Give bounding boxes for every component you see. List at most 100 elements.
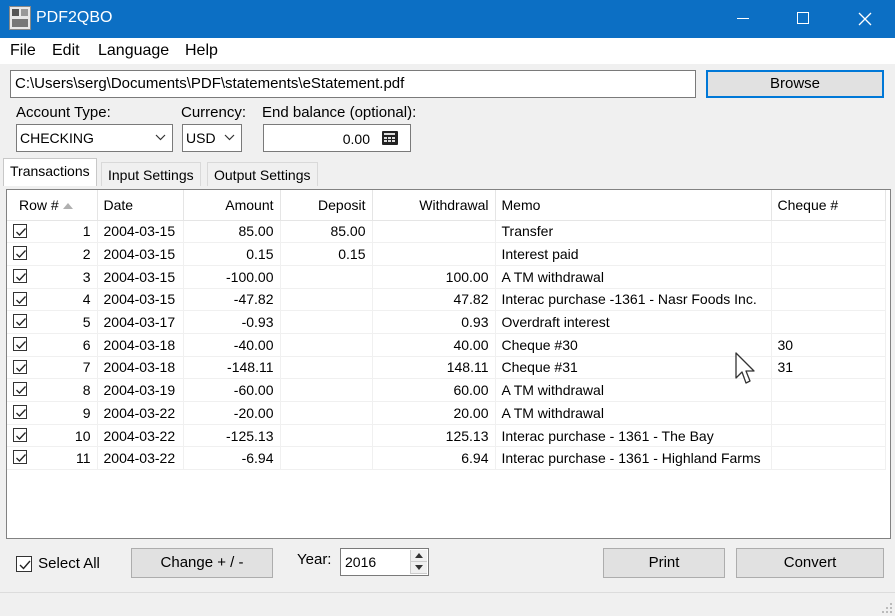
account-type-select[interactable]: CHECKING [16, 124, 173, 152]
amount-cell[interactable]: -100.00 [183, 265, 281, 289]
menu-help[interactable]: Help [185, 42, 218, 60]
amount-cell[interactable]: -40.00 [183, 333, 281, 357]
deposit-cell[interactable] [280, 424, 373, 448]
withdrawal-cell[interactable]: 20.00 [372, 401, 496, 425]
withdrawal-cell[interactable]: 100.00 [372, 265, 496, 289]
spin-down-button[interactable] [411, 562, 427, 574]
select-all-checkbox[interactable]: Select All [16, 555, 100, 573]
column-header-withdrawal[interactable]: Withdrawal [372, 190, 496, 221]
date-cell[interactable]: 2004-03-17 [97, 310, 184, 334]
menu-edit[interactable]: Edit [52, 42, 80, 60]
menu-language[interactable]: Language [98, 42, 169, 60]
change-sign-button[interactable]: Change + / - [131, 548, 273, 578]
amount-cell[interactable]: 0.15 [183, 242, 281, 266]
table-row[interactable]: 3 2004-03-15 -100.00 100.00 A TM withdrawal [7, 265, 886, 289]
row-checkbox[interactable] [13, 427, 27, 442]
convert-button[interactable]: Convert [736, 548, 884, 578]
cheque-cell[interactable]: 30 [771, 333, 886, 357]
cheque-cell[interactable]: 31 [771, 356, 886, 380]
row-number-cell[interactable]: 8 [7, 378, 98, 402]
tab-transactions[interactable]: Transactions [3, 158, 97, 186]
table-row[interactable]: 10 2004-03-22 -125.13 125.13 Interac purchas… [7, 424, 886, 448]
date-cell[interactable]: 2004-03-15 [97, 220, 184, 244]
cheque-cell[interactable] [771, 288, 886, 312]
cheque-cell[interactable] [771, 220, 886, 244]
deposit-cell[interactable] [280, 378, 373, 402]
resize-grip-icon[interactable] [882, 603, 892, 613]
row-checkbox[interactable] [13, 336, 27, 351]
browse-button[interactable]: Browse [706, 70, 884, 98]
column-header-deposit[interactable]: Deposit [280, 190, 373, 221]
column-header-memo[interactable]: Memo [495, 190, 772, 221]
date-cell[interactable]: 2004-03-18 [97, 356, 184, 380]
memo-cell[interactable]: Cheque #30 [495, 333, 772, 357]
spin-up-button[interactable] [411, 550, 427, 562]
column-header-date[interactable]: Date [97, 190, 184, 221]
cheque-cell[interactable] [771, 378, 886, 402]
memo-cell[interactable]: Overdraft interest [495, 310, 772, 334]
withdrawal-cell[interactable] [372, 220, 496, 244]
date-cell[interactable]: 2004-03-15 [97, 288, 184, 312]
menu-file[interactable]: File [10, 42, 36, 60]
year-spinner[interactable]: 2016 [340, 548, 429, 576]
row-checkbox[interactable] [13, 450, 27, 465]
amount-cell[interactable]: -47.82 [183, 288, 281, 312]
file-path-input[interactable]: C:\Users\serg\Documents\PDF\statements\e… [10, 70, 696, 98]
table-row[interactable]: 2 2004-03-15 0.15 0.15 Interest paid [7, 242, 886, 266]
memo-cell[interactable]: Interac purchase - 1361 - Highland Farms [495, 446, 772, 471]
withdrawal-cell[interactable]: 0.93 [372, 310, 496, 334]
memo-cell[interactable]: Interac purchase - 1361 - The Bay [495, 424, 772, 448]
amount-cell[interactable]: -60.00 [183, 378, 281, 402]
amount-cell[interactable]: 85.00 [183, 220, 281, 244]
column-header-cheque[interactable]: Cheque # [771, 190, 886, 221]
cheque-cell[interactable] [771, 424, 886, 448]
row-checkbox[interactable] [13, 359, 27, 374]
row-checkbox[interactable] [13, 314, 27, 329]
row-number-cell[interactable]: 3 [7, 265, 98, 289]
amount-cell[interactable]: -20.00 [183, 401, 281, 425]
tab-output-settings[interactable]: Output Settings [207, 162, 318, 186]
cheque-cell[interactable] [771, 446, 886, 471]
deposit-cell[interactable] [280, 310, 373, 334]
table-row[interactable]: 11 2004-03-22 -6.94 6.94 Interac purchase - … [7, 446, 886, 471]
row-number-cell[interactable]: 1 [7, 220, 98, 244]
column-header-amount[interactable]: Amount [183, 190, 281, 221]
cheque-cell[interactable] [771, 242, 886, 266]
row-checkbox[interactable] [13, 382, 27, 397]
date-cell[interactable]: 2004-03-18 [97, 333, 184, 357]
deposit-cell[interactable] [280, 356, 373, 380]
date-cell[interactable]: 2004-03-19 [97, 378, 184, 402]
table-row[interactable]: 1 2004-03-15 85.00 85.00 Transfer [7, 220, 886, 244]
row-checkbox[interactable] [13, 268, 27, 283]
row-checkbox[interactable] [13, 223, 27, 238]
date-cell[interactable]: 2004-03-22 [97, 446, 184, 471]
table-row[interactable]: 9 2004-03-22 -20.00 20.00 A TM withdrawal [7, 401, 886, 425]
deposit-cell[interactable]: 85.00 [280, 220, 373, 244]
end-balance-input[interactable]: 0.00 [263, 124, 411, 152]
date-cell[interactable]: 2004-03-15 [97, 242, 184, 266]
cheque-cell[interactable] [771, 401, 886, 425]
withdrawal-cell[interactable]: 60.00 [372, 378, 496, 402]
memo-cell[interactable]: A TM withdrawal [495, 378, 772, 402]
deposit-cell[interactable] [280, 265, 373, 289]
memo-cell[interactable]: A TM withdrawal [495, 265, 772, 289]
memo-cell[interactable]: A TM withdrawal [495, 401, 772, 425]
withdrawal-cell[interactable]: 125.13 [372, 424, 496, 448]
withdrawal-cell[interactable]: 148.11 [372, 356, 496, 380]
row-number-cell[interactable]: 2 [7, 242, 98, 266]
table-row[interactable]: 5 2004-03-17 -0.93 0.93 Overdraft interest [7, 310, 886, 334]
transactions-grid[interactable]: Row # Date Amount Deposit Withdrawal Mem… [6, 189, 891, 539]
row-number-cell[interactable]: 5 [7, 310, 98, 334]
withdrawal-cell[interactable] [372, 242, 496, 266]
row-number-cell[interactable]: 7 [7, 356, 98, 380]
table-row[interactable]: 4 2004-03-15 -47.82 47.82 Interac purchase -… [7, 288, 886, 312]
row-number-cell[interactable]: 11 [7, 446, 98, 471]
row-number-cell[interactable]: 4 [7, 288, 98, 312]
date-cell[interactable]: 2004-03-22 [97, 401, 184, 425]
close-button[interactable] [842, 0, 888, 38]
currency-select[interactable]: USD [182, 124, 242, 152]
column-header-row-num[interactable]: Row # [7, 190, 98, 221]
deposit-cell[interactable]: 0.15 [280, 242, 373, 266]
deposit-cell[interactable] [280, 288, 373, 312]
row-number-cell[interactable]: 9 [7, 401, 98, 425]
